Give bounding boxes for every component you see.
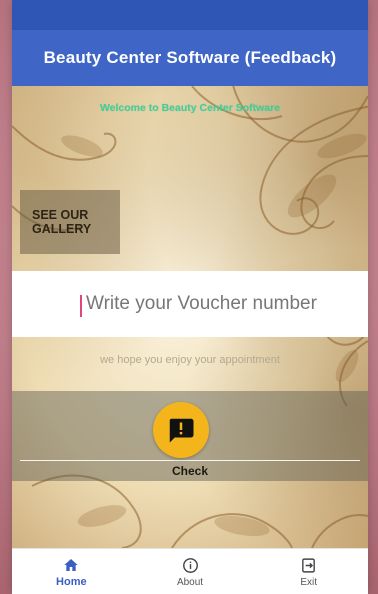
voucher-field-container — [12, 271, 368, 337]
nav-home-label: Home — [56, 576, 87, 588]
status-bar — [12, 0, 368, 30]
app-title: Beauty Center Software (Feedback) — [43, 48, 337, 67]
feedback-icon — [169, 418, 194, 443]
exit-icon — [302, 558, 316, 573]
main-content: Welcome to Beauty Center Software SEE OU… — [12, 86, 368, 548]
voucher-input[interactable] — [84, 292, 368, 316]
app-bar: Beauty Center Software (Feedback) — [12, 30, 368, 86]
nav-about[interactable]: About — [131, 549, 250, 594]
check-button[interactable] — [153, 402, 209, 458]
check-label: Check — [171, 464, 209, 478]
welcome-text: Welcome to Beauty Center Software — [99, 102, 281, 114]
bottom-navigation: Home About Exit — [12, 548, 368, 594]
check-divider — [20, 460, 360, 461]
nav-exit-label: Exit — [300, 576, 318, 588]
home-icon — [64, 559, 78, 571]
nav-about-label: About — [176, 576, 204, 588]
hope-text: we hope you enjoy your appointment — [100, 354, 280, 366]
see-gallery-button[interactable]: SEE OUR GALLERY — [20, 190, 120, 254]
nav-exit[interactable]: Exit — [249, 549, 368, 594]
nav-home[interactable]: Home — [12, 549, 131, 594]
phone-screen: Beauty Center Software (Feedback) Welcom… — [12, 0, 368, 594]
text-caret — [80, 295, 82, 317]
info-icon — [182, 558, 198, 573]
